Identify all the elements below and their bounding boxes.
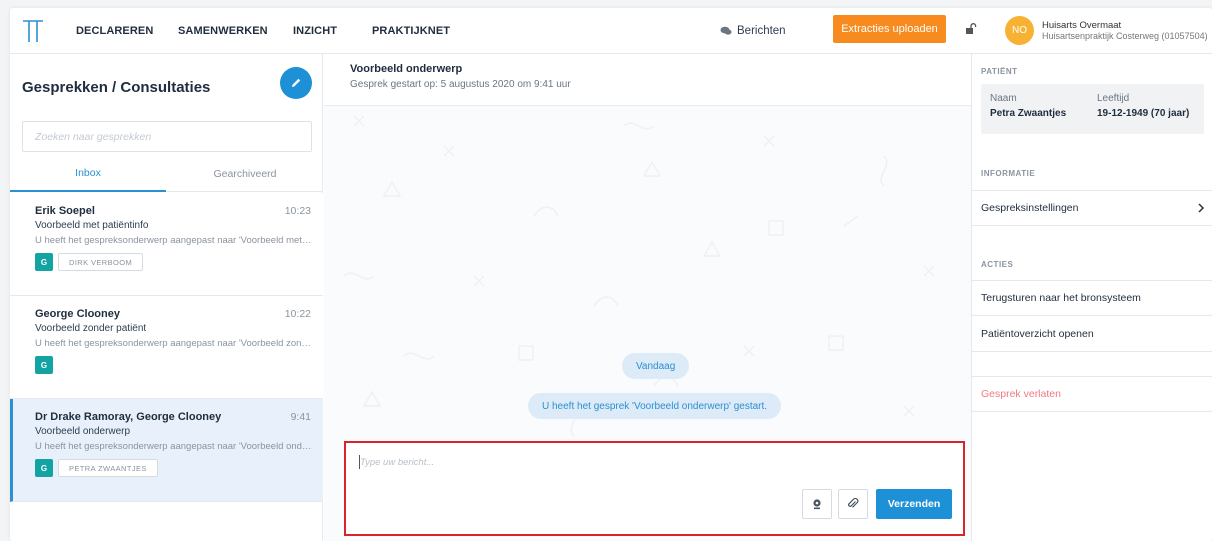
- group-badge: G: [35, 459, 53, 477]
- send-back-action[interactable]: Terugsturen naar het bronsysteem: [972, 280, 1212, 316]
- section-label-patient: PATIËNT: [981, 67, 1018, 76]
- date-chip-today: Vandaag: [622, 353, 690, 379]
- section-label-information: INFORMATIE: [981, 169, 1036, 178]
- user-organisation: Huisartsenpraktijk Costerweg (01057504): [1042, 31, 1208, 41]
- leave-conversation-action[interactable]: Gesprek verlaten: [972, 376, 1212, 412]
- attach-button[interactable]: [838, 489, 868, 519]
- conversation-name: Dr Drake Ramoray, George Clooney: [35, 411, 222, 423]
- message-input[interactable]: Type uw bericht...: [360, 457, 434, 468]
- conversation-item[interactable]: Erik Soepel 10:23 Voorbeeld met patiënti…: [10, 193, 323, 296]
- unlock-icon[interactable]: [965, 23, 977, 35]
- conversation-header: Voorbeeld onderwerp Gesprek gestart op: …: [324, 54, 971, 106]
- messages-label: Berichten: [737, 25, 786, 37]
- conversation-item-selected[interactable]: Dr Drake Ramoray, George Clooney 9:41 Vo…: [10, 399, 323, 502]
- conversation-item[interactable]: George Clooney 10:22 Voorbeeld zonder pa…: [10, 296, 323, 399]
- conversation-preview: U heeft het gespreksonderwerp aangepast …: [35, 235, 313, 246]
- conversation-preview: U heeft het gespreksonderwerp aangepast …: [35, 441, 313, 452]
- conversation-preview: U heeft het gespreksonderwerp aangepast …: [35, 338, 313, 349]
- conversation-subject: Voorbeeld zonder patiënt: [35, 323, 147, 334]
- conversation-time: 9:41: [290, 411, 311, 423]
- messages-link[interactable]: Berichten: [720, 25, 786, 37]
- send-button[interactable]: Verzenden: [876, 489, 952, 519]
- conversation-settings-row[interactable]: Gespreksinstellingen: [972, 190, 1212, 226]
- paperclip-icon: [848, 498, 859, 508]
- details-panel: PATIËNT Naam Petra Zwaantjes Leeftijd 19…: [971, 54, 1212, 541]
- panel-title: Gesprekken / Consultaties: [22, 79, 211, 96]
- new-conversation-button[interactable]: [280, 67, 312, 99]
- conversation-name: George Clooney: [35, 308, 120, 320]
- message-compose-box: Type uw bericht... Verzenden: [344, 441, 965, 536]
- system-message-chip: U heeft het gesprek 'Voorbeeld onderwerp…: [528, 393, 782, 419]
- conversation-time: 10:22: [284, 308, 311, 320]
- nav-praktijknet[interactable]: PRAKTIJKNET: [372, 25, 450, 37]
- conversation-tabs: Inbox Gearchiveerd: [10, 156, 323, 192]
- section-label-actions: ACTIES: [981, 260, 1014, 269]
- webcam-icon: [813, 499, 821, 510]
- upload-extractions-button[interactable]: Extracties uploaden: [833, 15, 946, 43]
- chat-icon: [720, 26, 732, 35]
- group-badge: G: [35, 356, 53, 374]
- conversation-list-panel: Gesprekken / Consultaties Zoeken naar ge…: [10, 54, 323, 541]
- nav-declareren[interactable]: DECLAREREN: [76, 25, 153, 37]
- patient-name-label: Naam: [990, 93, 1017, 104]
- patient-age-value: 19-12-1949 (70 jaar): [1097, 108, 1190, 119]
- tab-inbox[interactable]: Inbox: [10, 156, 166, 192]
- patient-tag: DIRK VERBOOM: [58, 253, 144, 271]
- conversation-settings-label: Gespreksinstellingen: [981, 202, 1079, 214]
- conversation-time: 10:23: [284, 205, 311, 217]
- conversation-subject: Voorbeeld met patiëntinfo: [35, 220, 149, 231]
- app-window: DECLAREREN SAMENWERKEN INZICHT PRAKTIJKN…: [10, 8, 1212, 541]
- patient-tag: PETRA ZWAANTJES: [58, 459, 158, 477]
- record-button[interactable]: [802, 489, 832, 519]
- patient-name-value: Petra Zwaantjes: [990, 108, 1067, 119]
- patient-card: Naam Petra Zwaantjes Leeftijd 19-12-1949…: [981, 84, 1204, 134]
- nav-inzicht[interactable]: INZICHT: [293, 25, 337, 37]
- tab-archived[interactable]: Gearchiveerd: [167, 156, 323, 192]
- user-name: Huisarts Overmaat: [1042, 20, 1122, 31]
- conversation-title: Voorbeeld onderwerp: [350, 63, 463, 75]
- chevron-right-icon: [1198, 203, 1205, 213]
- group-badge: G: [35, 253, 53, 271]
- background-pattern: [343, 115, 935, 436]
- user-avatar[interactable]: NO: [1005, 16, 1034, 45]
- patient-overview-action[interactable]: Patiëntoverzicht openen: [972, 316, 1212, 352]
- conversation-panel: Voorbeeld onderwerp Gesprek gestart op: …: [324, 54, 971, 541]
- nav-samenwerken[interactable]: SAMENWERKEN: [178, 25, 268, 37]
- patient-age-label: Leeftijd: [1097, 93, 1130, 104]
- conversation-started: Gesprek gestart op: 5 augustus 2020 om 9…: [350, 79, 571, 90]
- conversation-subject: Voorbeeld onderwerp: [35, 426, 131, 437]
- top-navbar: DECLAREREN SAMENWERKEN INZICHT PRAKTIJKN…: [10, 8, 1212, 54]
- pencil-icon: [292, 78, 301, 87]
- pi-logo-icon[interactable]: [22, 18, 44, 44]
- search-input[interactable]: Zoeken naar gesprekken: [22, 121, 312, 152]
- conversation-name: Erik Soepel: [35, 205, 95, 217]
